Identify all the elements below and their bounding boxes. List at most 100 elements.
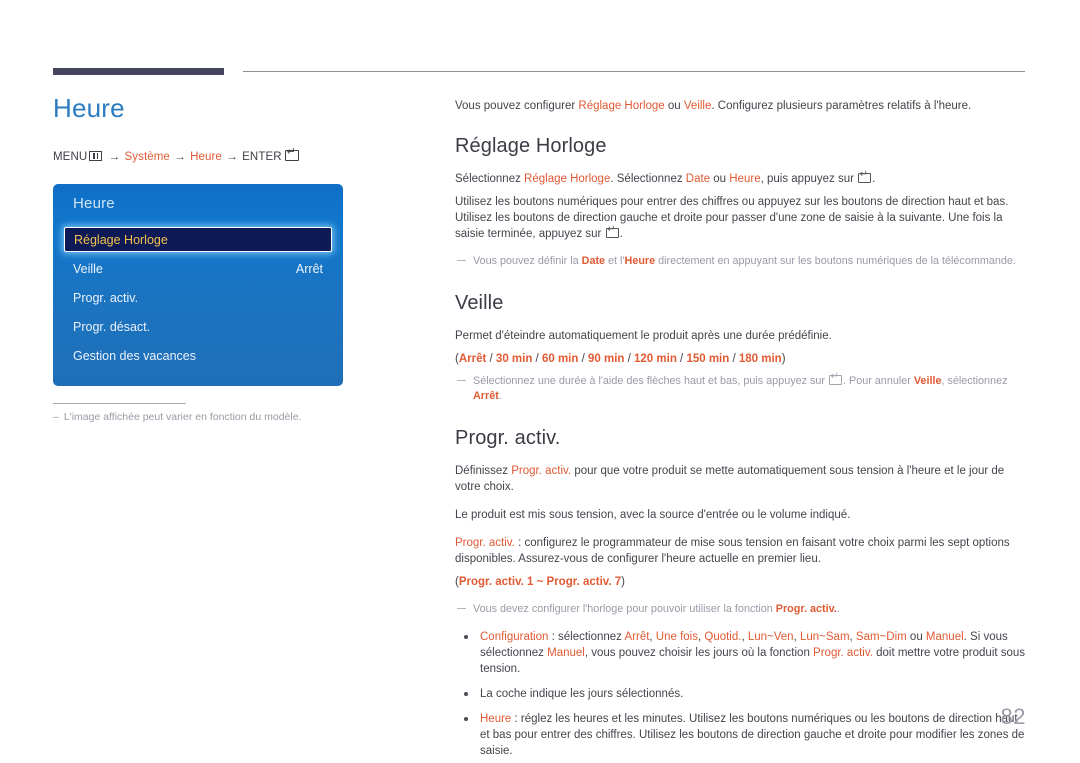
sleep-sep-5: / bbox=[676, 353, 687, 365]
page-number: 82 bbox=[1000, 704, 1026, 729]
sleep-sep-2: / bbox=[532, 353, 542, 365]
sleep-sep-1: / bbox=[486, 353, 496, 365]
header-rule-thick bbox=[53, 68, 224, 75]
intro-link-veille: Veille bbox=[683, 100, 712, 112]
osd-item-progr-desact[interactable]: Progr. désact. bbox=[53, 314, 343, 340]
clock-note-link-heure: Heure bbox=[624, 255, 656, 267]
bullet-link-progr-activ: Progr. activ. bbox=[813, 647, 873, 659]
sleep-paragraph-1: Permet d'éteindre automatiquement le pro… bbox=[455, 330, 832, 342]
menu-breadcrumb: MENU → Système → Heure → ENTER bbox=[53, 147, 398, 163]
ontimer-note1-b: . bbox=[836, 603, 840, 615]
sleep-option-120min: 120 min bbox=[634, 353, 677, 365]
intro-part2: ou bbox=[664, 100, 684, 112]
ontimer-note-2: La coche indique les jours sélectionnés. bbox=[455, 686, 1027, 702]
ontimer-p1-a: Définissez bbox=[455, 465, 512, 477]
osd-item-label: Progr. désact. bbox=[73, 320, 151, 334]
bullet-option-lun-ven: Lun~Ven bbox=[747, 631, 794, 643]
osd-item-gestion-des-vacances[interactable]: Gestion des vacances bbox=[53, 343, 343, 369]
sleep-note: Sélectionnez une durée à l'aide des flèc… bbox=[455, 372, 1027, 404]
clock-link-date: Date bbox=[685, 173, 711, 185]
ontimer-note1-link: Progr. activ. bbox=[775, 603, 837, 615]
intro-paragraph: Vous pouvez configurer Réglage Horloge o… bbox=[455, 98, 1027, 114]
ontimer-note-1: Vous devez configurer l'horloge pour pou… bbox=[455, 602, 1027, 617]
bullet-config-d: , vous pouvez choisir les jours où la fo… bbox=[584, 647, 814, 659]
breadcrumb-arrow-1: → bbox=[108, 151, 121, 163]
clock-link-heure: Heure bbox=[729, 173, 761, 185]
clock-note: Vous pouvez définir la Date et l'Heure d… bbox=[455, 254, 1027, 269]
osd-item-value: Arrêt bbox=[295, 262, 323, 276]
footnote-text: L'image affichée peut varier en fonction… bbox=[63, 411, 302, 423]
header-rule-thin bbox=[243, 71, 1025, 72]
bullet-option-sam-dim: Sam~Dim bbox=[855, 631, 907, 643]
sleep-sep-3: / bbox=[578, 353, 588, 365]
bullet-option-lun-sam: Lun~Sam bbox=[799, 631, 850, 643]
menu-grid-icon bbox=[89, 151, 103, 161]
clock-link-reglage-horloge: Réglage Horloge bbox=[524, 173, 611, 185]
sleep-option-arret: Arrêt bbox=[458, 353, 487, 365]
clock-p1-d: , puis appuyez sur bbox=[760, 173, 858, 185]
ontimer-range-tilde: ~ bbox=[533, 576, 547, 588]
clock-p1-e: . bbox=[872, 173, 876, 185]
osd-item-veille[interactable]: Veille Arrêt bbox=[53, 256, 343, 282]
section-heading-progr-activ: Progr. activ. bbox=[455, 427, 561, 449]
footnote-divider bbox=[53, 403, 186, 404]
clock-paragraph-2: Utilisez les boutons numériques pour ent… bbox=[455, 194, 1027, 242]
intro-part1: Vous pouvez configurer bbox=[455, 100, 579, 112]
sleep-note-c: , sélectionnez bbox=[941, 375, 1008, 387]
sleep-sep-4: / bbox=[624, 353, 635, 365]
clock-note-c: directement en appuyant sur les boutons … bbox=[655, 255, 1016, 267]
ontimer-range-start: Progr. activ. 1 bbox=[458, 576, 534, 588]
sleep-options-close: ) bbox=[781, 353, 786, 365]
breadcrumb-step-heure: Heure bbox=[190, 151, 222, 163]
breadcrumb-step-systeme: Système bbox=[124, 151, 170, 163]
bullet-label-heure: Heure bbox=[480, 713, 512, 725]
section-heading-veille: Veille bbox=[455, 292, 504, 314]
sleep-option-30min: 30 min bbox=[495, 353, 533, 365]
bullet-option-une-fois: Une fois bbox=[655, 631, 698, 643]
osd-item-progr-activ[interactable]: Progr. activ. bbox=[53, 285, 343, 311]
osd-item-reglage-horloge[interactable]: Réglage Horloge bbox=[64, 227, 332, 252]
sleep-note-link-arret: Arrêt bbox=[473, 390, 499, 402]
bullet-option-arret: Arrêt bbox=[624, 631, 650, 643]
osd-menu-panel: Heure Réglage Horloge Veille Arrêt Progr… bbox=[53, 184, 343, 386]
sleep-note-b: . Pour annuler bbox=[843, 375, 914, 387]
ontimer-paragraph-2: Le produit est mis sous tension, avec la… bbox=[455, 509, 851, 521]
intro-link-reglage-horloge: Réglage Horloge bbox=[578, 100, 665, 112]
enter-key-icon bbox=[829, 372, 842, 385]
sleep-option-60min: 60 min bbox=[541, 353, 579, 365]
enter-label: ENTER bbox=[242, 151, 282, 163]
intro-part3: . Configurez plusieurs paramètres relati… bbox=[711, 100, 972, 112]
ontimer-note1-a: Vous devez configurer l'horloge pour pou… bbox=[473, 603, 776, 615]
bullet-configuration: Configuration : sélectionnez Arrêt, Une … bbox=[455, 629, 1027, 677]
ontimer-paragraph-1: Définissez Progr. activ. pour que votre … bbox=[455, 463, 1027, 495]
clock-paragraph-1: Sélectionnez Réglage Horloge. Sélectionn… bbox=[455, 170, 1027, 187]
ontimer-link-progr-activ-2: Progr. activ. bbox=[455, 537, 515, 549]
left-column: Heure MENU → Système → Heure → ENTER bbox=[53, 92, 398, 163]
enter-key-icon bbox=[284, 147, 299, 161]
bullet-config-a: : sélectionnez bbox=[548, 631, 625, 643]
osd-item-label: Gestion des vacances bbox=[73, 349, 196, 363]
sleep-options-line: (Arrêt / 30 min / 60 min / 90 min / 120 … bbox=[455, 351, 1027, 367]
osd-item-label: Veille bbox=[73, 262, 103, 276]
bullet-label-configuration: Configuration bbox=[480, 631, 549, 643]
sleep-option-90min: 90 min bbox=[587, 353, 625, 365]
clock-p1-a: Sélectionnez bbox=[455, 173, 525, 185]
sleep-sep-6: / bbox=[729, 353, 739, 365]
ontimer-p3-a: : configurez le programmateur de mise so… bbox=[455, 537, 1010, 565]
menu-label: MENU bbox=[53, 151, 88, 163]
sleep-option-150min: 150 min bbox=[686, 353, 730, 365]
ontimer-link-progr-activ-1: Progr. activ. bbox=[511, 465, 572, 477]
bullet-option-manuel: Manuel bbox=[925, 631, 964, 643]
clock-p2-text: Utilisez les boutons numériques pour ent… bbox=[455, 196, 1009, 240]
right-column: Vous pouvez configurer Réglage Horloge o… bbox=[455, 98, 1027, 763]
clock-note-link-date: Date bbox=[581, 255, 606, 267]
header-rule bbox=[53, 66, 1025, 76]
page-title: Heure bbox=[53, 93, 125, 123]
breadcrumb-arrow-2: → bbox=[174, 151, 186, 163]
clock-p2-end: . bbox=[619, 228, 623, 240]
ontimer-range-line: (Progr. activ. 1 ~ Progr. activ. 7) bbox=[455, 574, 1027, 590]
clock-p1-b: . Sélectionnez bbox=[610, 173, 686, 185]
bullet-heure: Heure : réglez les heures et les minutes… bbox=[455, 711, 1027, 759]
breadcrumb-arrow-3: → bbox=[226, 151, 238, 163]
sleep-note-a: Sélectionnez une durée à l'aide des flèc… bbox=[473, 375, 828, 387]
